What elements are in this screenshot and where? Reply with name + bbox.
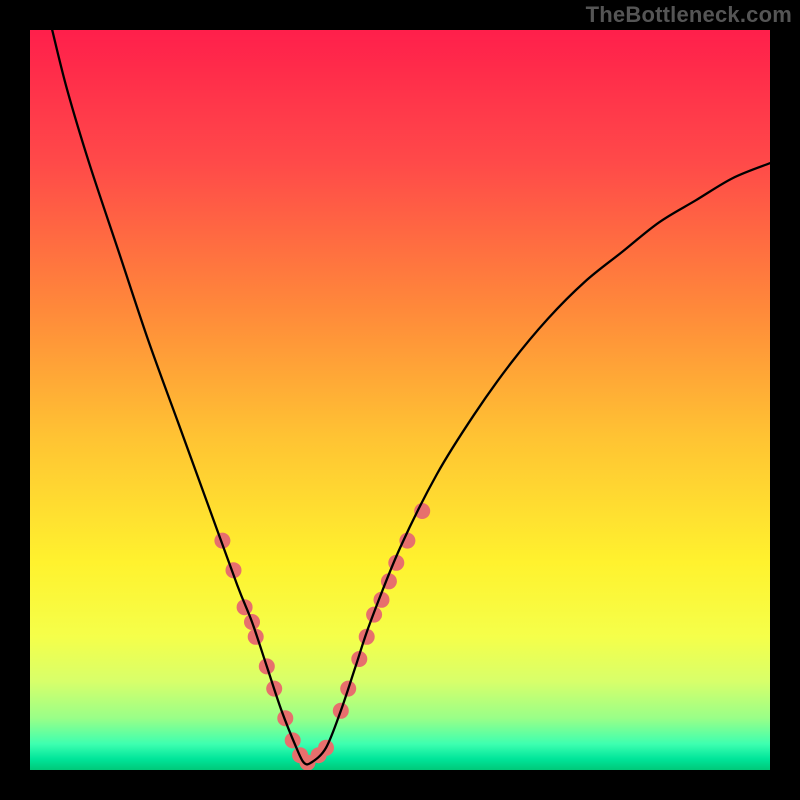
plot-area [30, 30, 770, 770]
gradient-background [30, 30, 770, 770]
chart-container: TheBottleneck.com [0, 0, 800, 800]
chart-svg [30, 30, 770, 770]
watermark-text: TheBottleneck.com [586, 2, 792, 28]
